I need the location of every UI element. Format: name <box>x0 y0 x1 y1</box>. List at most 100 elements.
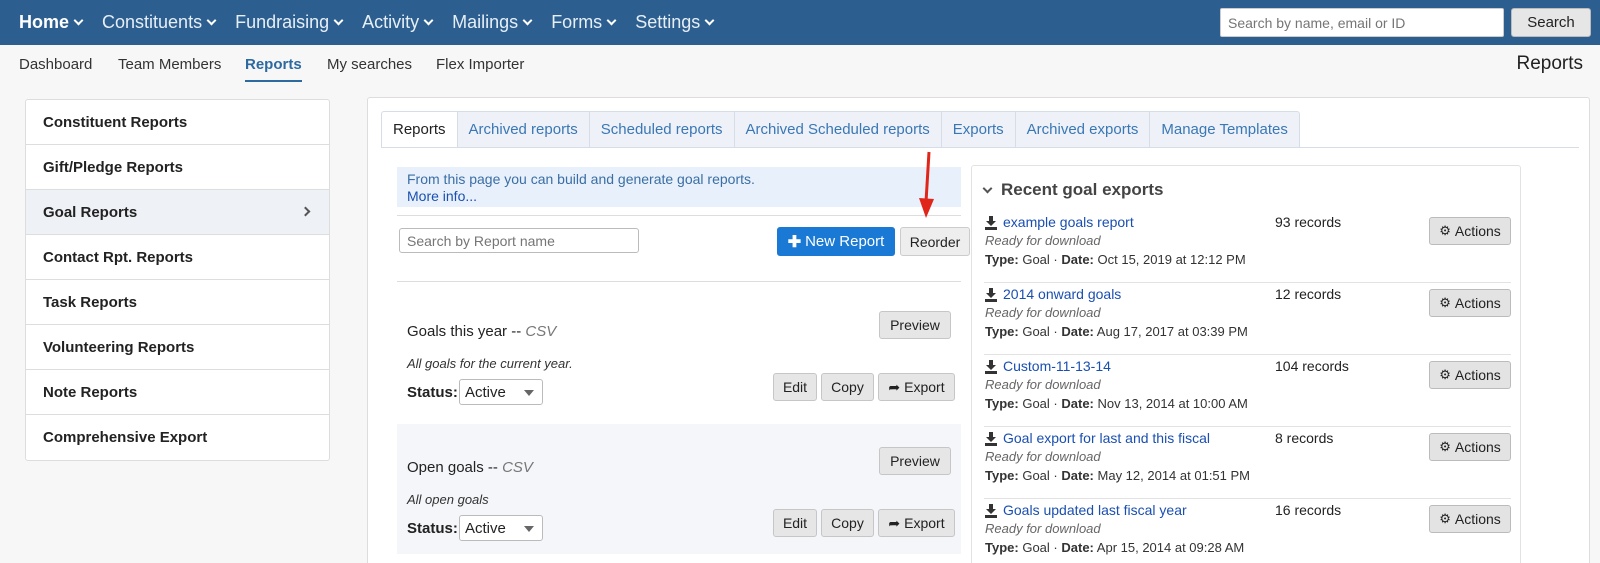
sidebar-item-comprehensive-export[interactable]: Comprehensive Export <box>26 415 329 460</box>
actions-button[interactable]: ⚙ Actions <box>1429 289 1511 317</box>
export-name-link[interactable]: example goals report <box>1003 214 1134 230</box>
report-name: Open goals -- CSV <box>407 459 533 476</box>
main-panel: Reports Archived reports Scheduled repor… <box>367 97 1590 563</box>
share-arrow-icon: ➦ <box>888 514 901 531</box>
download-icon <box>985 432 997 446</box>
sidebar-item-label: Note Reports <box>43 383 138 401</box>
sidebar-item-volunteering-reports[interactable]: Volunteering Reports <box>26 325 329 370</box>
date-label: Date: <box>1061 252 1094 267</box>
date-label: Date: <box>1061 540 1094 555</box>
report-description: All open goals <box>407 492 489 507</box>
more-info-link[interactable]: More info... <box>407 188 951 205</box>
type-label: Type: <box>985 468 1019 483</box>
export-record-count: 104 records <box>1275 358 1349 374</box>
tab-exports[interactable]: Exports <box>941 111 1016 148</box>
chevron-down-icon <box>206 15 217 26</box>
export-name-link[interactable]: 2014 onward goals <box>1003 286 1121 302</box>
export-row: Custom-11-13-14 Ready for download Type:… <box>984 355 1511 427</box>
actions-button[interactable]: ⚙ Actions <box>1429 433 1511 461</box>
nav-home-label: Home <box>19 12 70 32</box>
global-search-input[interactable] <box>1220 8 1504 37</box>
nav-forms[interactable]: Forms <box>551 12 617 33</box>
actions-button[interactable]: ⚙ Actions <box>1429 361 1511 389</box>
export-name-link[interactable]: Goals updated last fiscal year <box>1003 502 1187 518</box>
export-date: May 12, 2014 at 01:51 PM <box>1097 468 1250 483</box>
export-button[interactable]: ➦ Export <box>878 509 955 537</box>
nav-mailings-label: Mailings <box>452 12 519 32</box>
copy-button[interactable]: Copy <box>821 373 874 401</box>
new-report-button[interactable]: ✚ New Report <box>777 227 895 256</box>
chevron-down-icon <box>982 183 993 193</box>
tab-archived-exports[interactable]: Archived exports <box>1015 111 1151 148</box>
type-label: Type: <box>985 324 1019 339</box>
download-icon <box>985 288 997 302</box>
nav-mailings[interactable]: Mailings <box>452 12 533 33</box>
type-label: Type: <box>985 540 1019 555</box>
copy-button[interactable]: Copy <box>821 509 874 537</box>
reorder-button[interactable]: Reorder <box>900 227 970 256</box>
nav-activity-label: Activity <box>362 12 420 32</box>
nav-constituents-label: Constituents <box>102 12 203 32</box>
subnav-reports[interactable]: Reports <box>245 56 302 82</box>
preview-button[interactable]: Preview <box>879 447 951 475</box>
tab-scheduled-reports[interactable]: Scheduled reports <box>589 111 735 148</box>
export-name-link[interactable]: Goal export for last and this fiscal <box>1003 430 1210 446</box>
type-label: Type: <box>985 396 1019 411</box>
nav-constituents[interactable]: Constituents <box>102 12 217 33</box>
chevron-down-icon <box>704 15 715 26</box>
nav-forms-label: Forms <box>551 12 603 32</box>
recent-exports-title: Recent goal exports <box>1001 180 1164 199</box>
caret-down-icon <box>524 390 534 396</box>
subnav-team-members[interactable]: Team Members <box>118 56 221 73</box>
nav-activity[interactable]: Activity <box>362 12 434 33</box>
chevron-down-icon <box>606 15 617 26</box>
report-name: Goals this year -- CSV <box>407 323 556 340</box>
report-format: CSV <box>525 323 557 340</box>
chevron-down-icon <box>522 15 533 26</box>
sidebar-item-label: Comprehensive Export <box>43 429 208 446</box>
sidebar-item-note-reports[interactable]: Note Reports <box>26 370 329 415</box>
sidebar-item-constituent-reports[interactable]: Constituent Reports <box>26 100 329 145</box>
status-value: Active <box>465 519 506 537</box>
info-banner: From this page you can build and generat… <box>397 167 961 207</box>
nav-settings[interactable]: Settings <box>635 12 715 33</box>
nav-settings-label: Settings <box>635 12 701 32</box>
actions-button[interactable]: ⚙ Actions <box>1429 505 1511 533</box>
global-search-button[interactable]: Search <box>1511 8 1591 37</box>
export-record-count: 93 records <box>1275 214 1342 230</box>
sidebar-item-contact-rpt-reports[interactable]: Contact Rpt. Reports <box>26 235 329 280</box>
chevron-down-icon <box>423 15 434 26</box>
status-value: Active <box>465 383 506 401</box>
export-name-link[interactable]: Custom-11-13-14 <box>1003 358 1111 374</box>
actions-button[interactable]: ⚙ Actions <box>1429 217 1511 245</box>
nav-home[interactable]: Home <box>19 12 84 33</box>
tab-manage-templates[interactable]: Manage Templates <box>1150 111 1300 148</box>
sidebar-item-task-reports[interactable]: Task Reports <box>26 280 329 325</box>
edit-button[interactable]: Edit <box>773 509 817 537</box>
tab-reports[interactable]: Reports <box>381 111 458 148</box>
export-button[interactable]: ➦ Export <box>878 373 955 401</box>
export-meta: Type: Goal · Date: Oct 15, 2019 at 12:12… <box>985 252 1246 267</box>
tab-archived-scheduled-reports[interactable]: Archived Scheduled reports <box>734 111 942 148</box>
subnav-my-searches[interactable]: My searches <box>327 56 412 73</box>
sidebar-item-label: Contact Rpt. Reports <box>43 248 193 266</box>
download-icon <box>985 216 997 230</box>
subnav-dashboard[interactable]: Dashboard <box>19 56 92 73</box>
subnav-flex-importer[interactable]: Flex Importer <box>436 56 524 73</box>
sidebar-item-goal-reports[interactable]: Goal Reports <box>26 190 329 235</box>
preview-button[interactable]: Preview <box>879 311 951 339</box>
status-select[interactable]: Active <box>459 379 543 405</box>
recent-exports-header[interactable]: Recent goal exports <box>982 180 1164 200</box>
sidebar-item-gift-pledge-reports[interactable]: Gift/Pledge Reports <box>26 145 329 190</box>
status-select[interactable]: Active <box>459 515 543 541</box>
tab-archived-reports[interactable]: Archived reports <box>457 111 590 148</box>
edit-button[interactable]: Edit <box>773 373 817 401</box>
report-item: Goals this year -- CSV All goals for the… <box>397 288 961 418</box>
nav-fundraising[interactable]: Fundraising <box>235 12 344 33</box>
report-search-input[interactable] <box>399 228 639 253</box>
gear-icon: ⚙ <box>1439 223 1451 238</box>
export-meta: Type: Goal · Date: May 12, 2014 at 01:51… <box>985 468 1250 483</box>
export-record-count: 8 records <box>1275 430 1334 446</box>
gear-icon: ⚙ <box>1439 295 1451 310</box>
sidebar-item-label: Volunteering Reports <box>43 338 195 356</box>
